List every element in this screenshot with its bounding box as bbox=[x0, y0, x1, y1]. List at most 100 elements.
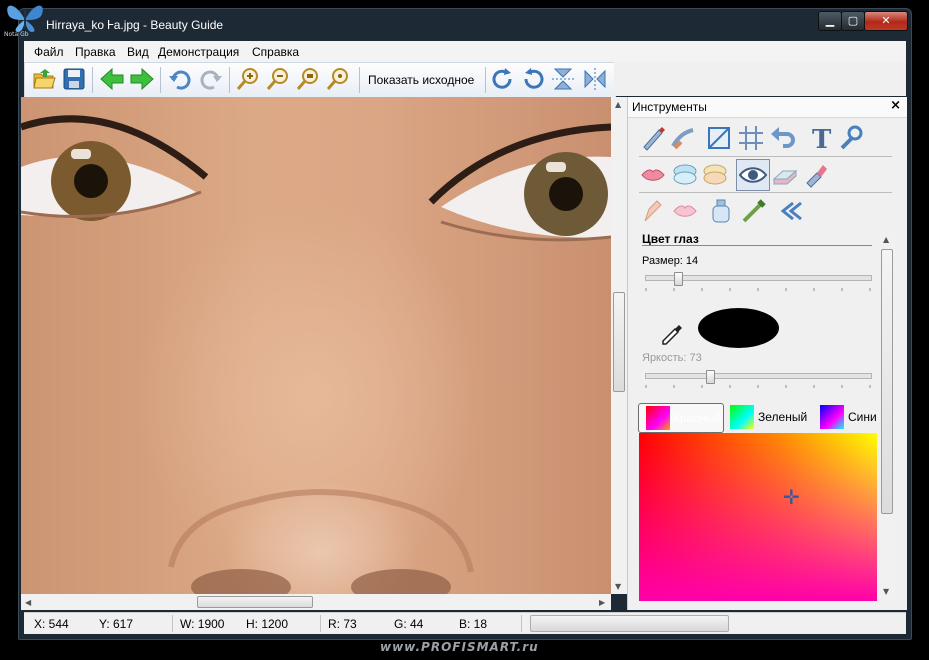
eyeshadow-palette-icon[interactable] bbox=[671, 161, 699, 189]
brightness-slider-track[interactable] bbox=[645, 373, 872, 379]
wrench-icon[interactable] bbox=[836, 124, 864, 152]
left-nostril bbox=[191, 569, 291, 594]
horizontal-scrollbar[interactable]: ◀ ▶ bbox=[21, 594, 611, 610]
scroll-right-icon[interactable]: ▶ bbox=[599, 598, 605, 607]
toolbar-separator bbox=[92, 67, 93, 93]
status-red: R: 73 bbox=[328, 617, 357, 631]
color-channel-tabs: Красный Зеленый Синий bbox=[638, 401, 876, 433]
tab-red[interactable]: Красный bbox=[638, 403, 724, 433]
scroll-left-icon[interactable]: ◀ bbox=[25, 598, 31, 607]
panel-scrollbar[interactable]: ▲ ▼ bbox=[879, 232, 895, 600]
size-slider-ticks bbox=[645, 288, 871, 291]
menu-edit[interactable]: Правка bbox=[75, 45, 116, 59]
green-swatch-icon bbox=[730, 405, 754, 429]
size-slider-thumb[interactable] bbox=[673, 272, 683, 286]
status-separator bbox=[521, 615, 522, 632]
brightness-slider-thumb[interactable] bbox=[706, 370, 716, 384]
rotate-right-icon[interactable] bbox=[490, 66, 516, 92]
right-pupil bbox=[549, 177, 583, 211]
pencil-icon[interactable] bbox=[639, 197, 667, 225]
menu-bar: Файл Правка Вид Демонстрация Справка bbox=[24, 41, 906, 63]
left-eye-highlight bbox=[71, 149, 91, 159]
flip-vertical-icon[interactable] bbox=[550, 66, 576, 92]
redo-icon[interactable] bbox=[198, 66, 224, 92]
panel-title: Инструменты bbox=[632, 100, 707, 114]
close-button[interactable]: ✕ bbox=[864, 11, 908, 31]
tab-blue[interactable]: Синий bbox=[820, 403, 876, 431]
arrow-forward-icon[interactable] bbox=[129, 66, 155, 92]
image-canvas[interactable] bbox=[21, 97, 611, 594]
eye-color-preview bbox=[698, 308, 779, 348]
undo-icon[interactable] bbox=[167, 66, 193, 92]
brush-icon[interactable] bbox=[639, 124, 667, 152]
color-picker-area[interactable]: ✛ bbox=[639, 433, 877, 601]
tab-blue-label: Синий bbox=[848, 410, 876, 424]
zoom-in-icon[interactable] bbox=[235, 66, 261, 92]
crop-icon[interactable] bbox=[705, 124, 733, 152]
tab-green[interactable]: Зеленый bbox=[730, 403, 810, 431]
rotate-left-icon[interactable] bbox=[520, 66, 546, 92]
tab-red-label: Красный bbox=[673, 411, 722, 425]
foundation-bottle-icon[interactable] bbox=[707, 197, 735, 225]
scroll-up-icon[interactable]: ▲ bbox=[615, 100, 621, 109]
status-bar: X: 544 Y: 617 W: 1900 H: 1200 R: 73 G: 4… bbox=[24, 612, 906, 634]
scroll-down-icon[interactable]: ▼ bbox=[615, 582, 621, 591]
horizontal-scroll-thumb[interactable] bbox=[197, 596, 313, 608]
logo-caption: Nota Gb bbox=[4, 31, 29, 38]
tool-row-separator bbox=[639, 192, 892, 193]
status-x: X: 544 bbox=[34, 617, 69, 631]
red-swatch-icon bbox=[646, 406, 670, 430]
right-nostril bbox=[351, 569, 451, 594]
menu-file[interactable]: Файл bbox=[34, 45, 64, 59]
right-eye-highlight bbox=[546, 162, 566, 172]
panel-close-icon[interactable]: × bbox=[890, 98, 901, 113]
maximize-button[interactable]: ▢ bbox=[841, 11, 865, 31]
menu-demo[interactable]: Демонстрация bbox=[158, 45, 239, 59]
show-original-button[interactable]: Показать исходное bbox=[368, 73, 474, 87]
left-pupil bbox=[74, 164, 108, 198]
lipstick-icon[interactable] bbox=[801, 161, 829, 189]
panel-scroll-up-icon[interactable]: ▲ bbox=[883, 235, 889, 244]
toolbar-separator bbox=[229, 67, 230, 93]
section-underline bbox=[642, 245, 872, 246]
mascara-brush-icon[interactable] bbox=[739, 197, 767, 225]
eye-icon[interactable] bbox=[736, 159, 770, 191]
size-label: Размер: 14 bbox=[642, 255, 699, 267]
zoom-out-icon[interactable] bbox=[265, 66, 291, 92]
restore-icon[interactable] bbox=[779, 197, 807, 225]
progress-bar bbox=[530, 615, 729, 632]
minimize-button[interactable]: ▁ bbox=[818, 11, 842, 31]
menu-help[interactable]: Справка bbox=[252, 45, 299, 59]
lip-gloss-icon[interactable] bbox=[671, 197, 699, 225]
blush-palette-icon[interactable] bbox=[701, 161, 729, 189]
eraser-icon[interactable] bbox=[771, 161, 799, 189]
retouch-icon[interactable] bbox=[669, 124, 697, 152]
status-separator bbox=[172, 615, 173, 632]
text-icon[interactable]: T bbox=[808, 124, 836, 155]
panel-header: Инструменты × bbox=[628, 97, 907, 118]
toolbar-filler bbox=[614, 62, 906, 96]
nose-outline bbox=[168, 489, 474, 573]
zoom-fit-icon[interactable] bbox=[295, 66, 321, 92]
vertical-scroll-thumb[interactable] bbox=[613, 292, 625, 392]
eyedropper-icon[interactable] bbox=[658, 317, 686, 345]
panel-scroll-thumb[interactable] bbox=[881, 249, 893, 514]
window-title: Hirraya_ko Ꮀa.jpg - Beauty Guide bbox=[46, 18, 224, 32]
menu-view[interactable]: Вид bbox=[127, 45, 149, 59]
flip-horizontal-icon[interactable] bbox=[582, 66, 608, 92]
blue-swatch-icon bbox=[820, 405, 844, 429]
status-y: Y: 617 bbox=[99, 617, 134, 631]
grid-icon[interactable] bbox=[737, 124, 765, 152]
toolbar-separator bbox=[160, 67, 161, 93]
watermark: www.PROFISMART.ru bbox=[380, 640, 539, 654]
arrow-back-icon[interactable] bbox=[99, 66, 125, 92]
open-folder-icon[interactable] bbox=[31, 66, 57, 92]
tool-row-separator bbox=[639, 156, 892, 157]
save-icon[interactable] bbox=[61, 66, 87, 92]
vertical-scrollbar[interactable]: ▲ ▼ bbox=[611, 97, 627, 594]
lips-icon[interactable] bbox=[639, 161, 667, 189]
panel-scroll-down-icon[interactable]: ▼ bbox=[883, 587, 889, 596]
zoom-actual-icon[interactable] bbox=[325, 66, 351, 92]
status-width: W: 1900 bbox=[180, 617, 225, 631]
undo-arrow-icon[interactable] bbox=[769, 124, 797, 152]
